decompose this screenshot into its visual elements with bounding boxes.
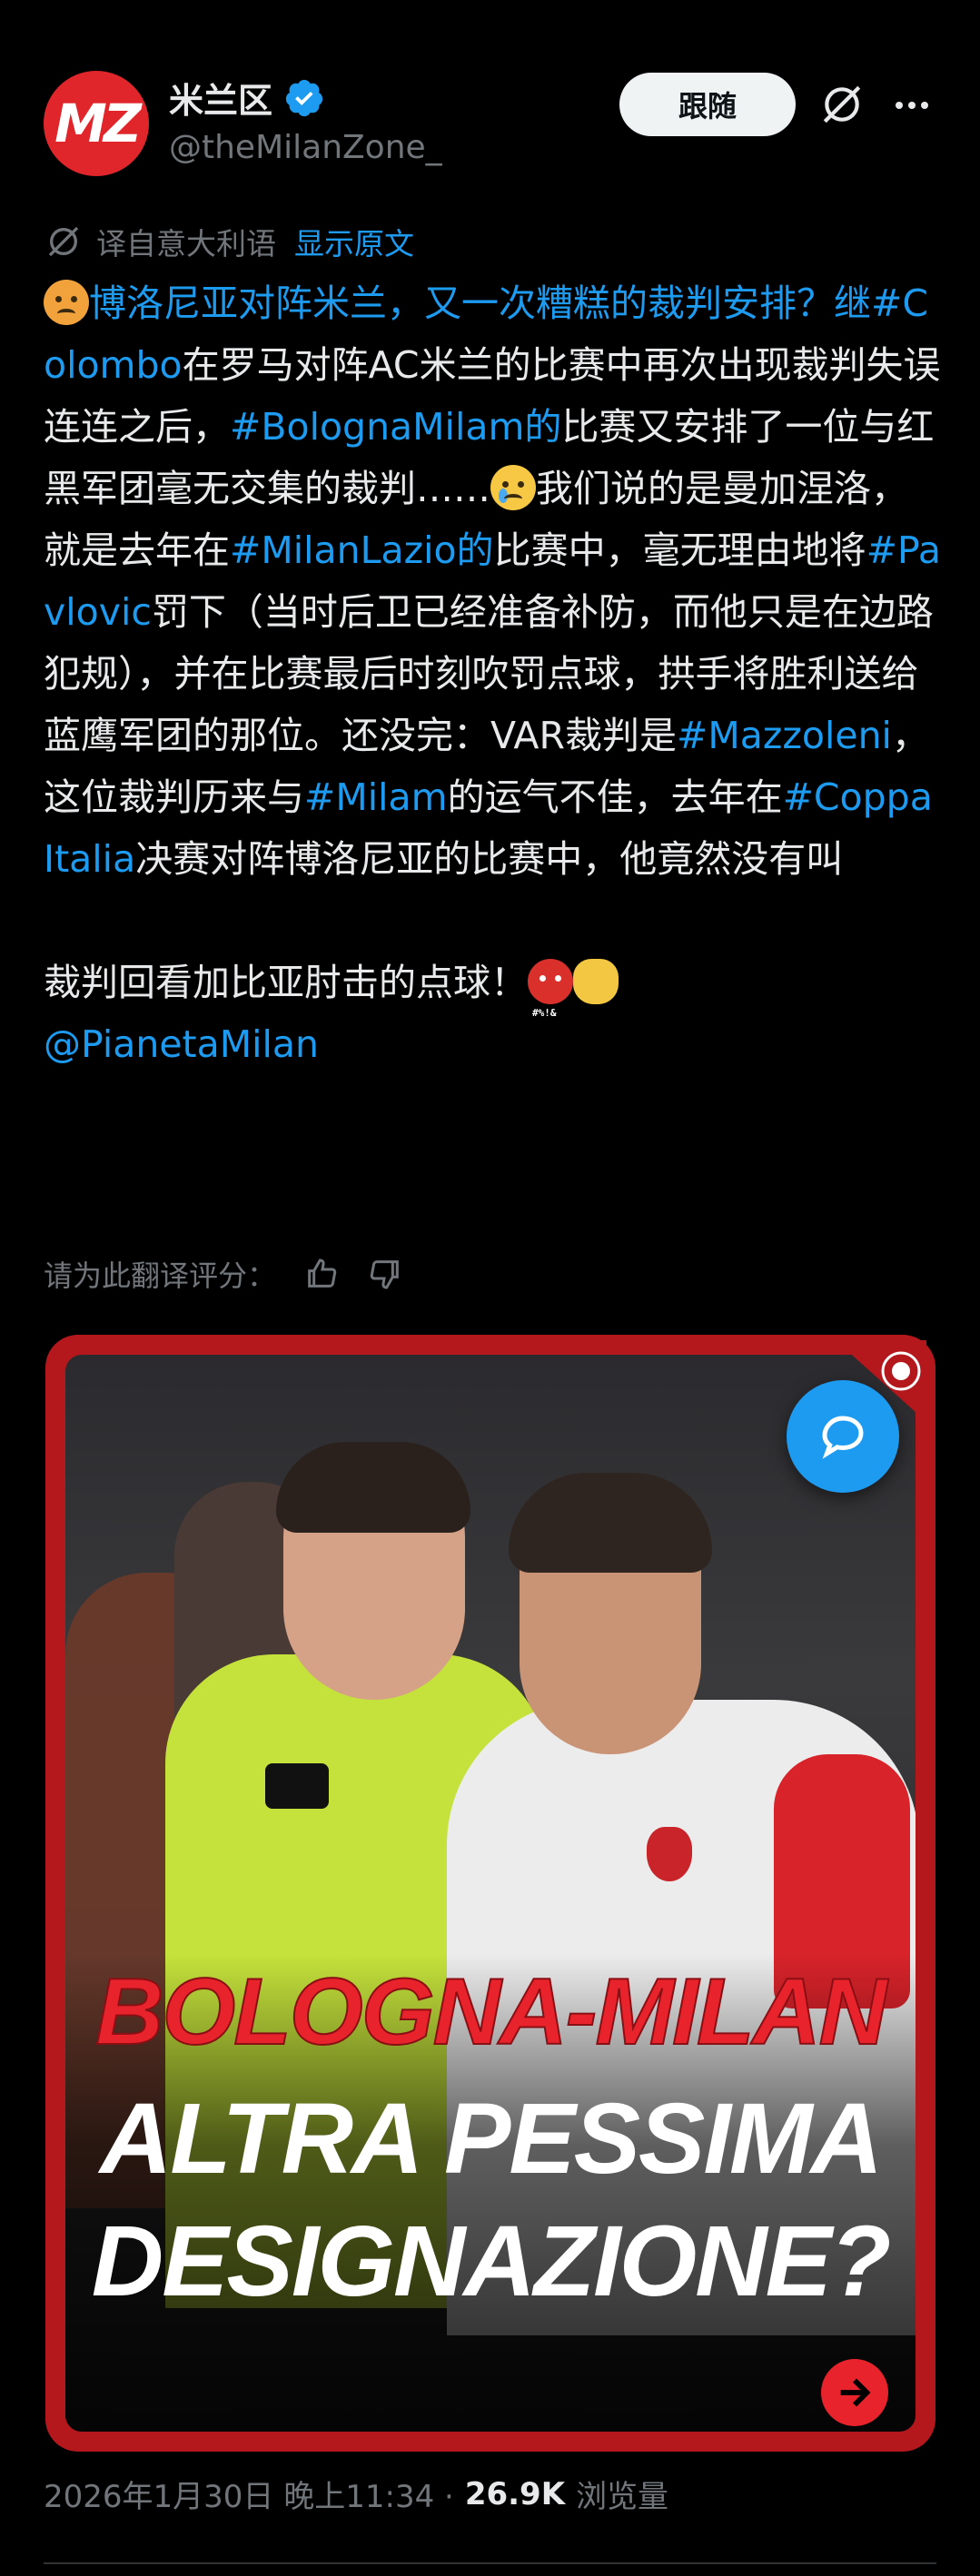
translated-from-label: 译自意大利语 [96, 226, 276, 262]
avatar[interactable]: MZ [44, 71, 149, 176]
tweet-text-segment: 决赛对阵博洛尼亚的比赛中，他竟然没有叫 裁判回看加比亚肘击的点球！ [44, 837, 844, 1004]
milan-crest-logo [647, 1827, 692, 1881]
follow-button[interactable]: 跟随 [619, 73, 796, 136]
avatar-logo-text: MZ [54, 93, 142, 154]
tweet-text-segment: 的运气不佳，去年在 [447, 775, 783, 819]
arrow-right-icon [840, 2378, 871, 2407]
author-handle[interactable]: @theMilanZone_ [169, 129, 442, 166]
hashtag-link[interactable]: #Milam [304, 775, 448, 819]
rate-translation-label: 请为此翻译评分： [44, 1258, 277, 1293]
cursing-face-emoji: #%!& [528, 959, 573, 1019]
tweet-media-image[interactable]: BOLOGNA-MILAN ALTRA PESSIMA DESIGNAZIONE… [45, 1335, 935, 2452]
grok-icon[interactable] [819, 82, 865, 127]
tweet-body: 博洛尼亚对阵米兰，又一次糟糕的裁判安排？继#Colombo在罗马对阵AC米兰的比… [44, 272, 943, 1075]
mention-link[interactable]: @PianetaMilan [44, 1022, 319, 1066]
chat-bubble-button[interactable] [787, 1380, 899, 1493]
grok-translate-icon [48, 226, 79, 257]
media-headline-line1: BOLOGNA-MILAN [94, 1959, 887, 2066]
media-arrow-icon [821, 2359, 888, 2426]
hashtag-link[interactable]: #BolognaMilam的 [230, 405, 561, 449]
referee-badge [265, 1763, 329, 1809]
thumbs-up-icon[interactable] [303, 1256, 340, 1292]
author-name-row: 米兰区 [169, 73, 325, 123]
tweet-text-segment: 比赛中，毫无理由地将 [493, 528, 866, 572]
verified-badge-icon [285, 79, 323, 116]
crying-face-emoji [490, 465, 536, 510]
media-photo: BOLOGNA-MILAN ALTRA PESSIMA DESIGNAZIONE… [65, 1355, 916, 2432]
show-original-link[interactable]: 显示原文 [294, 220, 414, 263]
angry-face-emoji [44, 280, 89, 325]
referee-hair [276, 1442, 470, 1533]
hashtag-link[interactable]: #Mazzoleni [677, 714, 892, 757]
media-headline-line3: DESIGNAZIONE? [91, 2206, 892, 2317]
translation-notice: 译自意大利语 显示原文 [45, 220, 414, 263]
view-count-label: 浏览量 [576, 2479, 669, 2515]
media-headline-line2: ALTRA PESSIMA [99, 2083, 883, 2195]
thumbs-down-icon[interactable] [367, 1256, 403, 1292]
rate-translation-row: 请为此翻译评分： [44, 1253, 403, 1295]
view-count: 26.9K [464, 2475, 566, 2512]
author-display-name[interactable]: 米兰区 [169, 73, 272, 123]
chat-bubble-icon [822, 1416, 864, 1459]
clapping-hands-emoji [573, 959, 619, 1004]
player-hair [509, 1473, 712, 1573]
hashtag-link[interactable]: #MilanLazio的 [230, 528, 494, 572]
tweet-meta: 2026年1月30日 晚上11:34 · 26.9K 浏览量 [44, 2472, 668, 2516]
divider [44, 2562, 936, 2564]
tweet-header: MZ 米兰区 @theMilanZone_ 跟随 [0, 0, 980, 200]
more-options-icon[interactable] [890, 84, 934, 127]
tweet-timestamp[interactable]: 2026年1月30日 晚上11:34 · [44, 2472, 454, 2516]
